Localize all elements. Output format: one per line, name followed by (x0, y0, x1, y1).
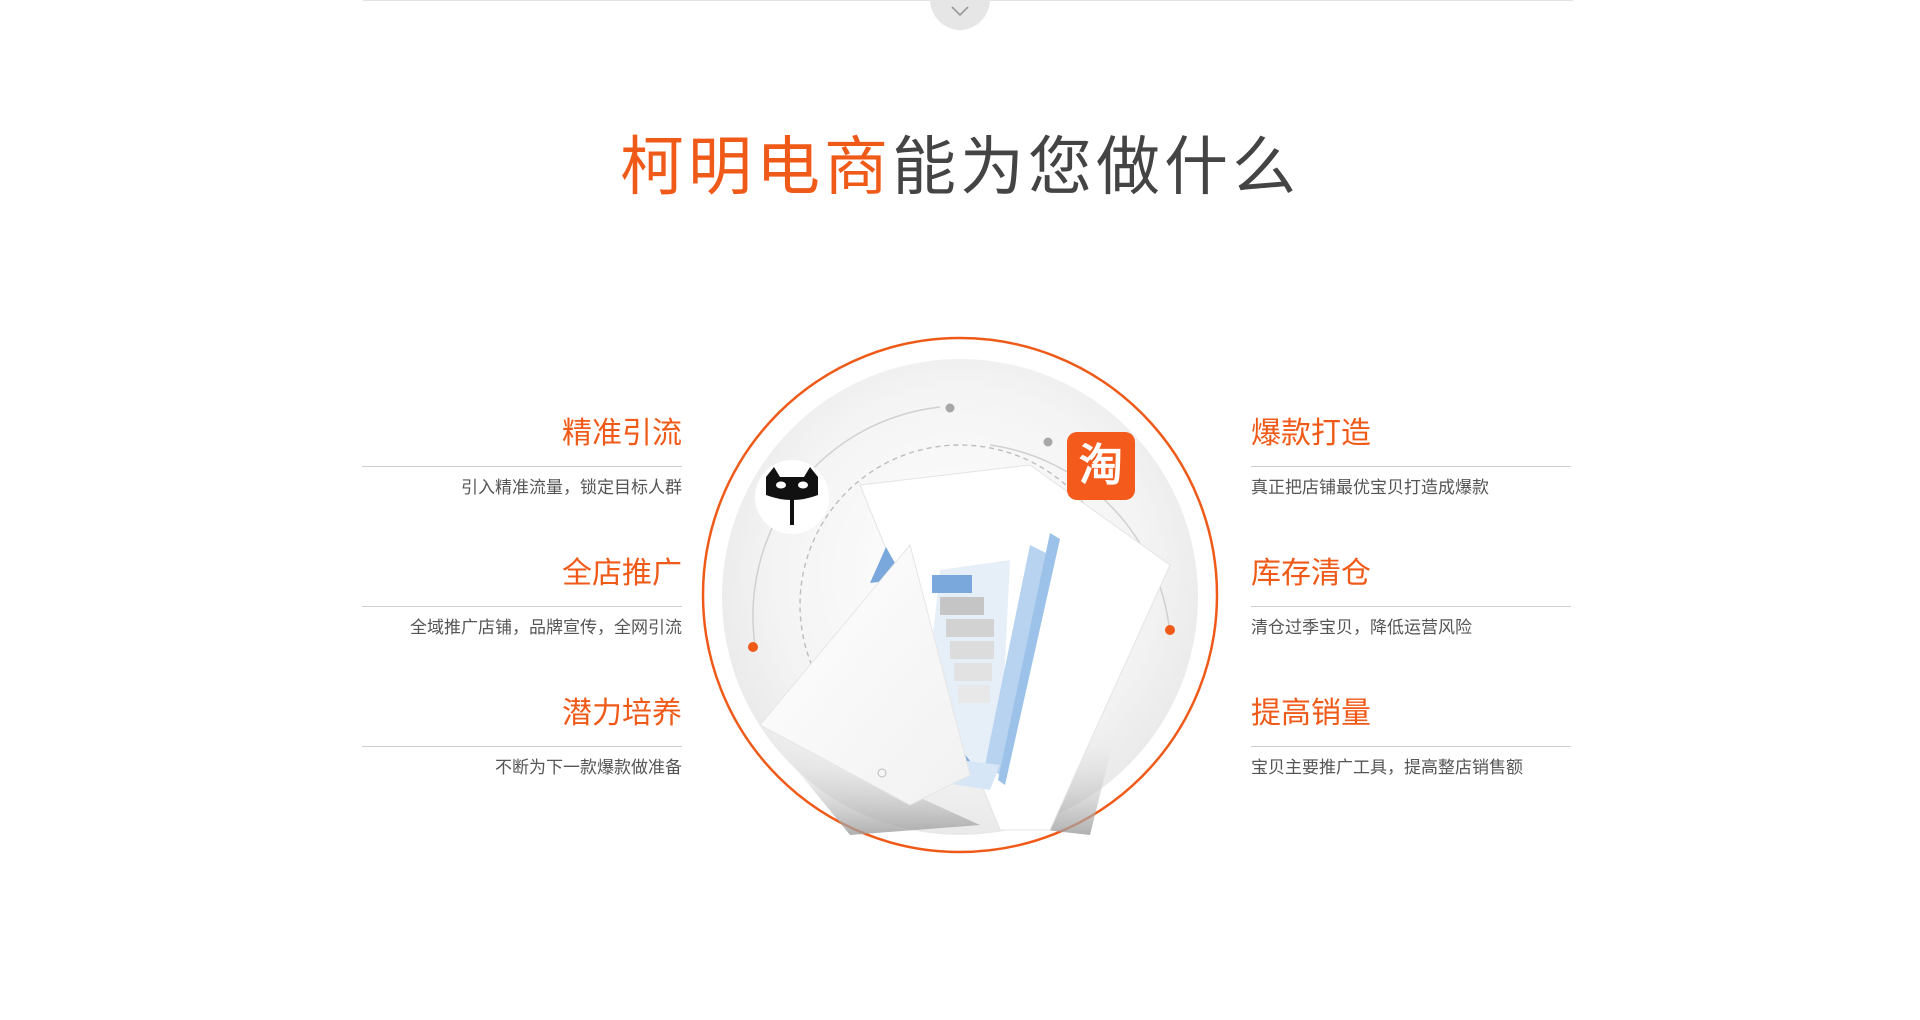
page-title: 柯明电商能为您做什么 (0, 128, 1920, 208)
feature-precise-traffic: 精准引流 引入精准流量，锁定目标人群 (362, 414, 682, 500)
taobao-icon: 淘 (1067, 432, 1135, 500)
tmall-cat-icon (755, 460, 829, 534)
feature-title: 提高销量 (1251, 696, 1371, 731)
scroll-down-button[interactable] (930, 0, 990, 30)
feature-hot-product: 爆款打造 真正把店铺最优宝贝打造成爆款 (1251, 414, 1571, 500)
feature-divider (362, 746, 682, 747)
taobao-glyph: 淘 (1079, 440, 1123, 491)
feature-divider (362, 606, 682, 607)
feature-title: 全店推广 (562, 556, 682, 591)
feature-divider (1251, 606, 1571, 607)
page: 柯明电商能为您做什么 精准引流 引入精准流量，锁定目标人群 全店推广 全域推广店… (0, 0, 1920, 1020)
feature-divider (1251, 746, 1571, 747)
orbit-dot-accent (748, 642, 758, 652)
title-brand: 柯明电商 (620, 131, 892, 205)
feature-description: 清仓过季宝贝，降低运营风险 (1251, 618, 1472, 638)
feature-sales-boost: 提高销量 宝贝主要推广工具，提高整店销售额 (1251, 694, 1571, 780)
feature-description: 引入精准流量，锁定目标人群 (461, 478, 682, 498)
chevron-down-icon (951, 6, 969, 17)
hub-illustration: 淘 (700, 335, 1220, 855)
feature-divider (1251, 466, 1571, 467)
feature-title: 精准引流 (562, 416, 682, 451)
hub-graphic: 淘 (701, 336, 1219, 854)
feature-description: 全域推广店铺，品牌宣传，全网引流 (410, 618, 682, 638)
feature-description: 真正把店铺最优宝贝打造成爆款 (1251, 478, 1489, 498)
feature-store-promotion: 全店推广 全域推广店铺，品牌宣传，全网引流 (362, 554, 682, 640)
feature-potential-cultivation: 潜力培养 不断为下一款爆款做准备 (362, 694, 682, 780)
feature-description: 不断为下一款爆款做准备 (495, 758, 682, 778)
feature-title: 爆款打造 (1251, 416, 1371, 451)
title-question: 能为您做什么 (892, 131, 1300, 205)
feature-divider (362, 466, 682, 467)
orbit-dot (945, 403, 955, 413)
orbit-dot (1043, 437, 1053, 447)
orbit-dot-accent (1165, 625, 1175, 635)
feature-title: 潜力培养 (562, 696, 682, 731)
feature-title: 库存清仓 (1251, 556, 1371, 591)
feature-description: 宝贝主要推广工具，提高整店销售额 (1251, 758, 1523, 778)
feature-inventory-clearance: 库存清仓 清仓过季宝贝，降低运营风险 (1251, 554, 1571, 640)
